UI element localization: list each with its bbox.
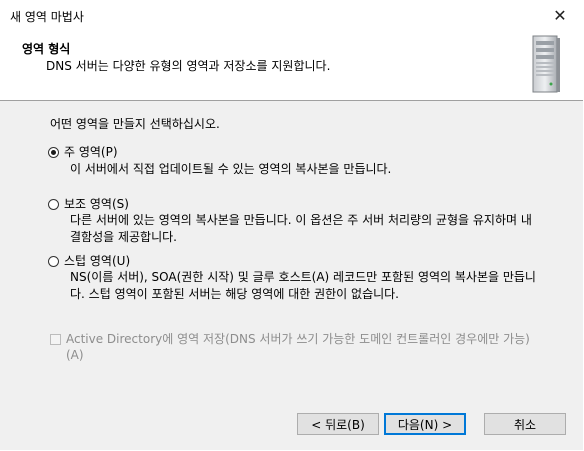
store-in-ad-checkbox[interactable]: Active Directory에 영역 저장(DNS 서버가 쓰기 가능한 도… (50, 331, 530, 363)
wizard-body: 어떤 영역을 만들지 선택하십시오. 주 영역(P) 이 서버에서 직접 업데이… (0, 101, 583, 450)
close-icon: ✕ (553, 5, 567, 25)
close-button[interactable]: ✕ (537, 0, 583, 30)
window-title: 새 영역 마법사 (10, 10, 84, 24)
primary-zone-label: 주 영역(P) (64, 145, 118, 159)
title-bar: 새 영역 마법사 ✕ (0, 0, 583, 30)
radio-selected-icon (48, 146, 59, 158)
store-in-ad-label: Active Directory에 영역 저장(DNS 서버가 쓰기 가능한 도… (66, 332, 530, 362)
secondary-zone-radio[interactable]: 보조 영역(S) (48, 195, 129, 212)
page-description: DNS 서버는 다양한 유형의 영역과 저장소를 지원합니다. (46, 59, 331, 73)
back-button[interactable]: < 뒤로(B) (297, 413, 379, 435)
radio-unselected-icon (48, 255, 59, 267)
stub-zone-label: 스텁 영역(U) (64, 254, 131, 268)
primary-zone-description: 이 서버에서 직접 업데이트될 수 있는 영역의 복사본을 만듭니다. (70, 162, 392, 176)
server-icon (532, 35, 560, 93)
cancel-button[interactable]: 취소 (484, 413, 566, 435)
wizard-header: 영역 형식 DNS 서버는 다양한 유형의 영역과 저장소를 지원합니다. (0, 30, 583, 101)
secondary-zone-label: 보조 영역(S) (64, 197, 129, 211)
stub-zone-description: NS(이름 서버), SOA(권한 시작) 및 글루 호스트(A) 레코드만 포… (70, 270, 536, 301)
radio-unselected-icon (48, 198, 59, 210)
checkbox-disabled-icon (50, 334, 61, 345)
page-title: 영역 형식 (22, 42, 71, 56)
secondary-zone-description: 다른 서버에 있는 영역의 복사본을 만듭니다. 이 옵션은 주 서버 처리량의… (70, 213, 532, 244)
primary-zone-radio[interactable]: 주 영역(P) (48, 143, 118, 160)
new-zone-wizard-dialog: 새 영역 마법사 ✕ 영역 형식 DNS 서버는 다양한 유형의 영역과 저장소… (0, 0, 583, 450)
next-button[interactable]: 다음(N) > (384, 413, 466, 435)
stub-zone-radio[interactable]: 스텁 영역(U) (48, 252, 130, 269)
zone-type-question: 어떤 영역을 만들지 선택하십시오. (50, 117, 220, 131)
